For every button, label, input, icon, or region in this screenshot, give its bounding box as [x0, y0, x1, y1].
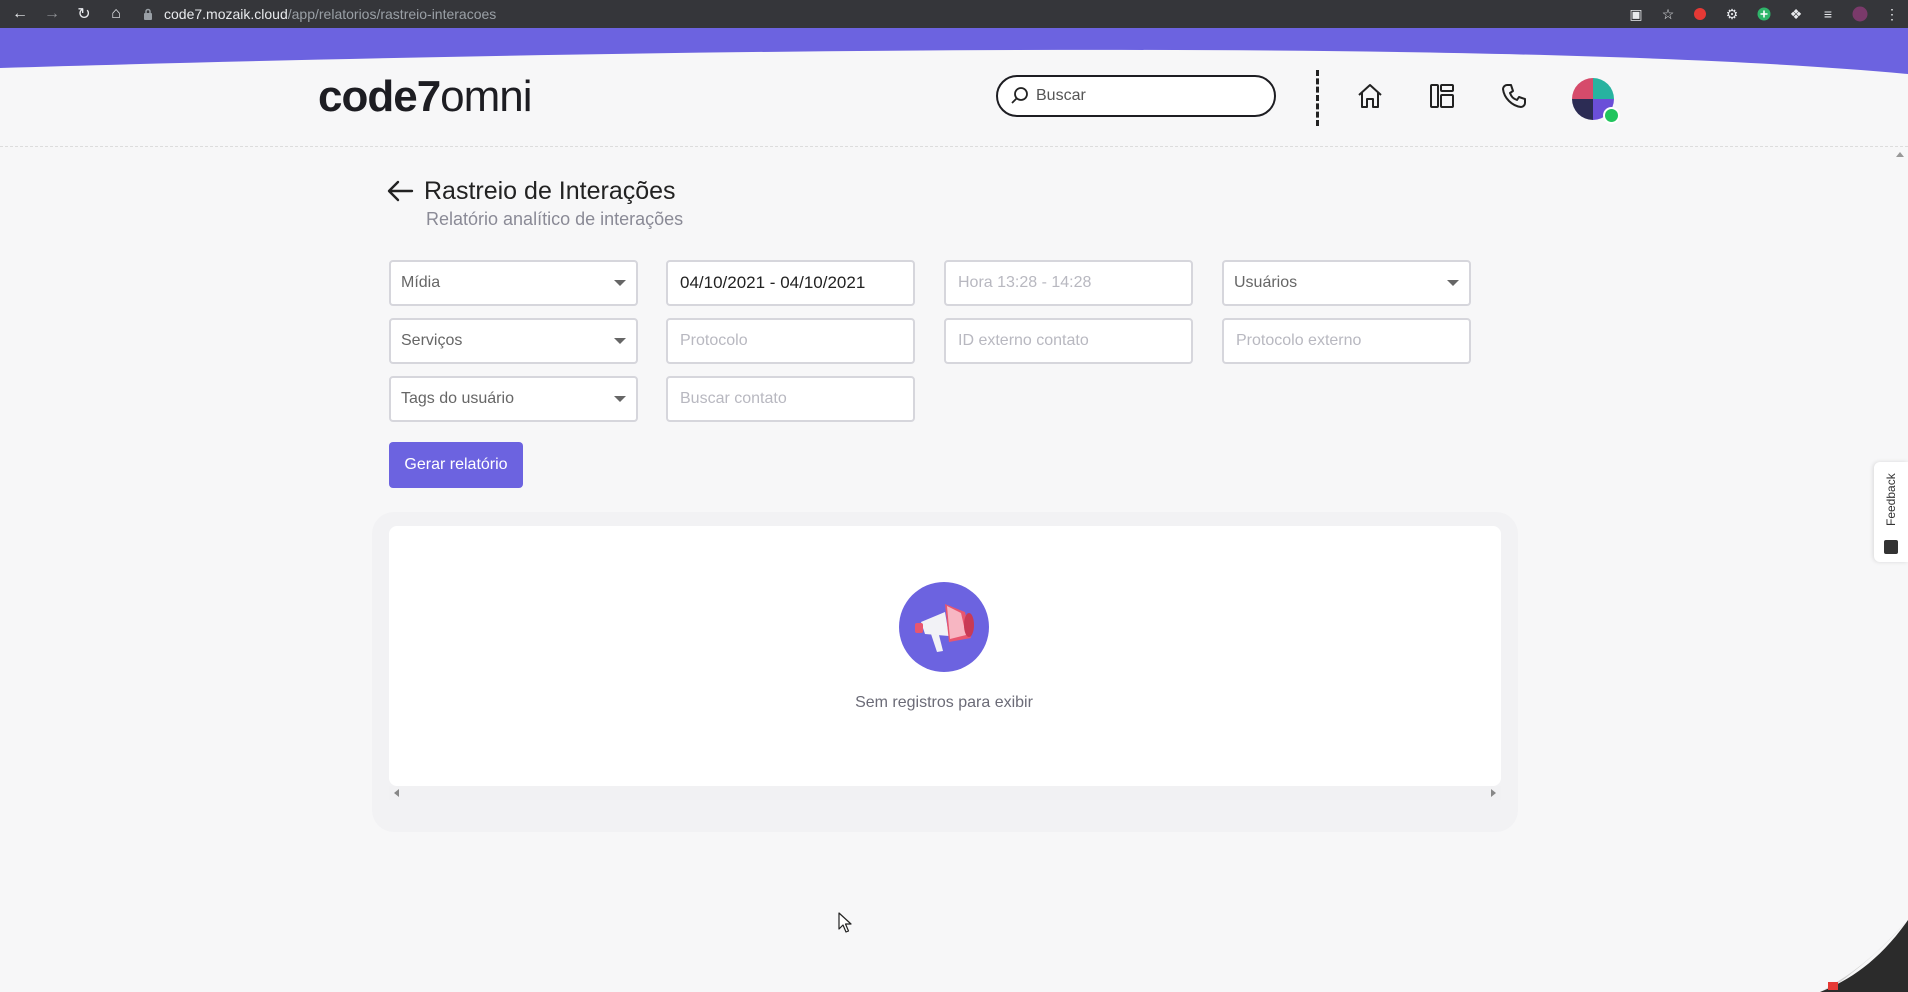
- scroll-right-arrow[interactable]: [1491, 789, 1496, 797]
- global-search[interactable]: [996, 75, 1276, 117]
- services-select[interactable]: Serviços: [389, 318, 638, 364]
- lock-icon: [138, 4, 158, 24]
- feedback-label: Feedback: [1884, 473, 1898, 527]
- feedback-chat-icon: [1884, 540, 1898, 554]
- external-protocol-input[interactable]: [1236, 332, 1456, 350]
- address-bar[interactable]: code7.mozaik.cloud/app/relatorios/rastre…: [138, 2, 496, 26]
- app-logo[interactable]: code7omni: [318, 72, 533, 122]
- feedback-tab[interactable]: Feedback: [1874, 462, 1908, 562]
- page-title: Rastreio de Interações: [424, 177, 676, 205]
- mouse-cursor-icon: [838, 912, 852, 933]
- user-avatar[interactable]: [1572, 78, 1620, 124]
- chevron-down-icon: [1447, 280, 1459, 286]
- external-protocol-field[interactable]: [1222, 318, 1471, 364]
- extension-plus-icon[interactable]: [1748, 0, 1780, 28]
- services-select-value: Serviços: [401, 332, 463, 349]
- url-host: code7.mozaik.cloud: [164, 6, 288, 22]
- users-select[interactable]: Usuários: [1222, 260, 1471, 306]
- media-select-value: Mídia: [401, 274, 441, 291]
- camera-icon[interactable]: ▣: [1620, 0, 1652, 28]
- generate-report-button[interactable]: Gerar relatório: [389, 442, 523, 488]
- empty-state-message: Sem registros para exibir: [855, 694, 1033, 711]
- media-select[interactable]: Mídia: [389, 260, 638, 306]
- url-path: /app/relatorios/rastreio-interacoes: [287, 6, 497, 22]
- search-input[interactable]: [1036, 87, 1256, 105]
- time-range-field[interactable]: [944, 260, 1193, 306]
- reload-icon[interactable]: ↻: [68, 0, 100, 28]
- protocol-field[interactable]: [666, 318, 915, 364]
- megaphone-icon: [899, 582, 989, 672]
- dashboard-nav-icon[interactable]: [1424, 78, 1460, 114]
- protocol-input[interactable]: [680, 332, 900, 350]
- external-contact-id-field[interactable]: [944, 318, 1193, 364]
- page-subtitle: Relatório analítico de interações: [426, 209, 684, 229]
- back-arrow-icon[interactable]: [386, 178, 414, 204]
- date-range-input[interactable]: [680, 273, 900, 293]
- back-arrow-icon[interactable]: ←: [4, 0, 36, 28]
- users-select-value: Usuários: [1234, 274, 1298, 291]
- phone-nav-icon[interactable]: [1496, 78, 1532, 114]
- user-tags-select[interactable]: Tags do usuário: [389, 376, 638, 422]
- media-list-icon[interactable]: ≡: [1812, 0, 1844, 28]
- chevron-down-icon: [614, 338, 626, 344]
- home-icon[interactable]: ⌂: [100, 0, 132, 28]
- puzzle-icon[interactable]: ❖: [1780, 0, 1812, 28]
- home-nav-icon[interactable]: [1352, 78, 1388, 114]
- search-contact-field[interactable]: [666, 376, 915, 422]
- extension-red-icon[interactable]: [1684, 0, 1716, 28]
- star-icon[interactable]: ☆: [1652, 0, 1684, 28]
- horizontal-scrollbar[interactable]: [389, 786, 1501, 800]
- browser-toolbar: ← → ↻ ⌂ code7.mozaik.cloud/app/relatorio…: [0, 0, 1908, 28]
- external-contact-id-input[interactable]: [958, 332, 1178, 350]
- date-range-field[interactable]: [666, 260, 915, 306]
- scroll-left-arrow[interactable]: [394, 789, 399, 797]
- menu-dots-icon[interactable]: ⋮: [1876, 0, 1908, 28]
- user-tags-select-value: Tags do usuário: [401, 390, 514, 407]
- online-status-dot: [1603, 107, 1620, 124]
- scroll-up-arrow[interactable]: [1896, 152, 1904, 157]
- search-icon: [1011, 87, 1028, 104]
- screenshot-tool-watermark: [1820, 920, 1908, 992]
- profile-icon[interactable]: [1844, 0, 1876, 28]
- header-separator: [0, 146, 1908, 147]
- browser-extensions: ▣ ☆ ⚙ ❖ ≡ ⋮: [1620, 0, 1908, 28]
- forward-arrow-icon[interactable]: →: [36, 0, 68, 28]
- browser-nav: ← → ↻ ⌂: [4, 0, 132, 28]
- app-header: code7omni: [0, 48, 1908, 148]
- chevron-down-icon: [614, 280, 626, 286]
- chevron-down-icon: [614, 396, 626, 402]
- header-divider: [1316, 70, 1319, 126]
- time-range-input[interactable]: [958, 274, 1178, 292]
- extension-gear-icon[interactable]: ⚙: [1716, 0, 1748, 28]
- search-contact-input[interactable]: [680, 390, 900, 408]
